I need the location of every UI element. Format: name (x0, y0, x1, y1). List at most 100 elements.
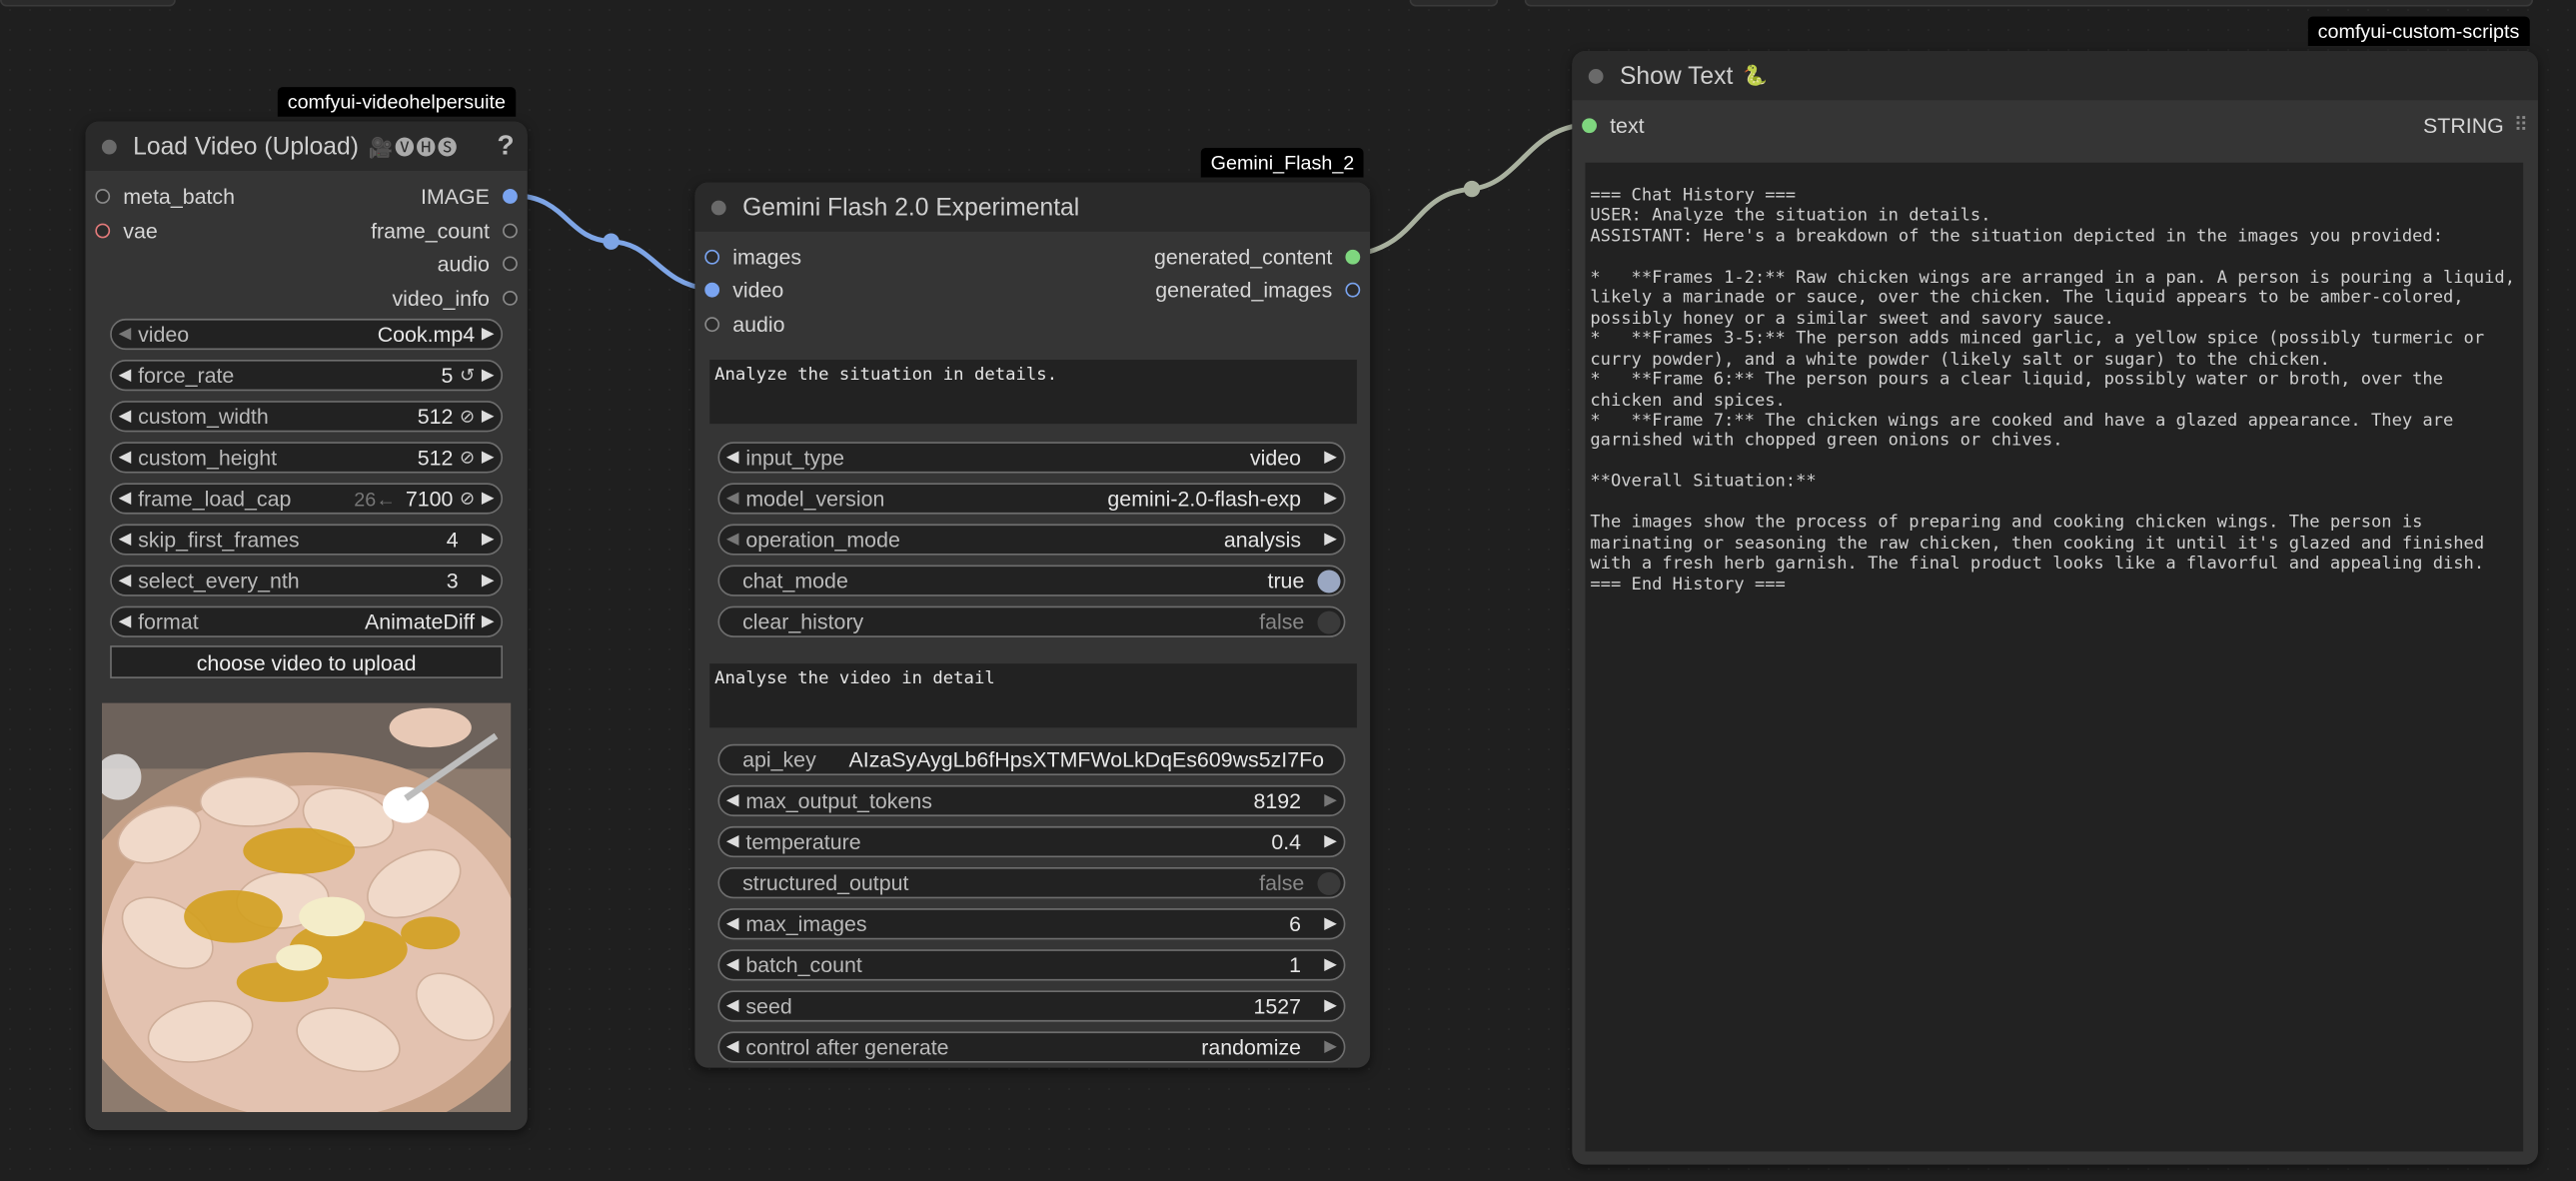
decrement-arrow-icon[interactable]: ◀ (719, 956, 745, 974)
increment-arrow-icon[interactable]: ▶ (475, 572, 501, 590)
output-dot-icon[interactable] (503, 290, 518, 305)
output-slot-video-info[interactable]: video_info (392, 281, 518, 314)
input-slot-video[interactable]: video (704, 273, 783, 306)
input-dot-icon[interactable] (1582, 117, 1597, 133)
decrement-arrow-icon[interactable]: ◀ (112, 572, 138, 590)
widget-skip-first-frames[interactable]: ◀ skip_first_frames 4 ▶ (110, 524, 504, 556)
node-canvas[interactable]: comfyui-videohelpersuite Load Video (Upl… (0, 0, 2576, 1181)
increment-arrow-icon[interactable]: ▶ (475, 531, 501, 549)
decrement-arrow-icon[interactable]: ◀ (112, 612, 138, 630)
decrement-arrow-icon[interactable]: ◀ (112, 326, 138, 344)
decrement-arrow-icon[interactable]: ◀ (112, 490, 138, 508)
increment-arrow-icon[interactable]: ▶ (1317, 490, 1343, 508)
widget-seed[interactable]: ◀ seed 1527 ▶ (717, 990, 1346, 1022)
input-slot-meta-batch[interactable]: meta_batch (95, 179, 235, 212)
widget-model-version[interactable]: ◀ model_version gemini-2.0-flash-exp ▶ (717, 483, 1346, 515)
input-dot-icon[interactable] (704, 249, 720, 264)
decrement-arrow-icon[interactable]: ◀ (112, 367, 138, 385)
widget-select-every-nth[interactable]: ◀ select_every_nth 3 ▶ (110, 565, 504, 596)
increment-arrow-icon[interactable]: ▶ (1317, 449, 1343, 467)
node-title-bar[interactable]: Load Video (Upload) 🎥🅥🅗🅢 ? (85, 121, 528, 171)
increment-arrow-icon[interactable]: ▶ (475, 408, 501, 426)
input-slot-audio[interactable]: audio (704, 307, 785, 340)
input-dot-icon[interactable] (704, 316, 720, 332)
widget-control-after-generate[interactable]: ◀ control after generate randomize ▶ (717, 1031, 1346, 1063)
increment-arrow-icon[interactable]: ▶ (1317, 915, 1343, 933)
output-dot-icon[interactable] (1345, 281, 1361, 297)
toggle-off-icon[interactable] (1317, 871, 1341, 895)
output-slot-generated-content[interactable]: generated_content (1154, 240, 1361, 273)
choose-video-upload-button[interactable]: choose video to upload (110, 645, 504, 678)
widget-format[interactable]: ◀ format AnimateDiff ▶ (110, 605, 504, 637)
api-key-field[interactable]: api_key AIzaSyAygLb6fHpsXTMFWoLkDqEs609w… (717, 743, 1346, 775)
widget-force-rate[interactable]: ◀ force_rate 5 ↺ ▶ (110, 360, 504, 392)
disable-icon[interactable]: ⊘ (460, 488, 475, 510)
widget-temperature[interactable]: ◀ temperature 0.4 ▶ (717, 825, 1346, 858)
widget-max-output-tokens[interactable]: ◀ max_output_tokens 8192 ▶ (717, 784, 1346, 817)
decrement-arrow-icon[interactable]: ◀ (719, 531, 745, 549)
increment-arrow-icon[interactable]: ▶ (1317, 833, 1343, 851)
output-slot-frame-count[interactable]: frame_count (371, 214, 518, 247)
show-text-node[interactable]: Show Text 🐍 text STRING ⠿ === Chat Histo… (1572, 50, 2538, 1165)
widget-input-type[interactable]: ◀ input_type video ▶ (717, 442, 1346, 474)
grid-icon[interactable]: ⠿ (2514, 113, 2528, 136)
input-dot-icon[interactable] (704, 281, 720, 297)
widget-max-images[interactable]: ◀ max_images 6 ▶ (717, 908, 1346, 940)
decrement-arrow-icon[interactable]: ◀ (112, 531, 138, 549)
input-dot-icon[interactable] (95, 188, 111, 204)
output-slot-audio[interactable]: audio (438, 247, 518, 280)
increment-arrow-icon[interactable]: ▶ (475, 449, 501, 467)
output-dot-icon[interactable] (1345, 249, 1361, 264)
gemini-flash-node[interactable]: Gemini Flash 2.0 Experimental images vid… (694, 182, 1371, 1068)
widget-batch-count[interactable]: ◀ batch_count 1 ▶ (717, 949, 1346, 981)
toggle-chat-mode[interactable]: chat_mode true (717, 565, 1346, 596)
increment-arrow-icon[interactable]: ▶ (1317, 791, 1343, 809)
node-title-bar[interactable]: Gemini Flash 2.0 Experimental (694, 182, 1371, 232)
link-midpoint[interactable] (1463, 180, 1481, 198)
collapse-dot-icon[interactable] (101, 138, 117, 154)
decrement-arrow-icon[interactable]: ◀ (719, 791, 745, 809)
link-midpoint[interactable] (603, 233, 620, 250)
decrement-arrow-icon[interactable]: ◀ (112, 408, 138, 426)
help-icon[interactable]: ? (497, 130, 514, 163)
decrement-arrow-icon[interactable]: ◀ (719, 449, 745, 467)
output-dot-icon[interactable] (503, 188, 518, 204)
widget-video[interactable]: ◀ video Cook.mp4 ▶ (110, 318, 504, 351)
widget-custom-height[interactable]: ◀ custom_height 512 ⊘ ▶ (110, 442, 504, 474)
node-title-bar[interactable]: Show Text 🐍 (1572, 50, 2538, 101)
decrement-arrow-icon[interactable]: ◀ (719, 915, 745, 933)
input-dot-icon[interactable] (95, 222, 111, 238)
decrement-arrow-icon[interactable]: ◀ (719, 997, 745, 1015)
output-dot-icon[interactable] (503, 255, 518, 271)
disable-icon[interactable]: ⊘ (460, 447, 475, 469)
toggle-clear-history[interactable]: clear_history false (717, 605, 1346, 637)
prompt-textarea[interactable]: Analyze the situation in details. (709, 360, 1357, 425)
output-slot-string[interactable]: STRING ⠿ (2423, 109, 2528, 142)
output-slot-generated-images[interactable]: generated_images (1155, 273, 1361, 306)
collapse-dot-icon[interactable] (710, 199, 726, 215)
toggle-structured-output[interactable]: structured_output false (717, 867, 1346, 899)
increment-arrow-icon[interactable]: ▶ (475, 612, 501, 630)
load-video-node[interactable]: Load Video (Upload) 🎥🅥🅗🅢 ? meta_batch va… (85, 121, 528, 1131)
system-prompt-textarea[interactable]: Analyse the video in detail (709, 663, 1357, 728)
increment-arrow-icon[interactable]: ▶ (1317, 997, 1343, 1015)
toggle-on-icon[interactable] (1317, 569, 1341, 592)
increment-arrow-icon[interactable]: ▶ (1317, 531, 1343, 549)
decrement-arrow-icon[interactable]: ◀ (719, 1038, 745, 1056)
increment-arrow-icon[interactable]: ▶ (475, 490, 501, 508)
decrement-arrow-icon[interactable]: ◀ (112, 449, 138, 467)
reset-icon[interactable]: ↺ (460, 365, 475, 387)
input-slot-images[interactable]: images (704, 240, 801, 273)
decrement-arrow-icon[interactable]: ◀ (719, 833, 745, 851)
input-slot-text[interactable]: text (1582, 109, 1645, 142)
output-slot-image[interactable]: IMAGE (421, 179, 518, 212)
increment-arrow-icon[interactable]: ▶ (475, 326, 501, 344)
decrement-arrow-icon[interactable]: ◀ (719, 490, 745, 508)
disable-icon[interactable]: ⊘ (460, 406, 475, 428)
widget-frame-load-cap[interactable]: ◀ frame_load_cap 26← 7100 ⊘ ▶ (110, 483, 504, 515)
collapse-dot-icon[interactable] (1588, 68, 1604, 84)
input-slot-vae[interactable]: vae (95, 214, 158, 247)
widget-custom-width[interactable]: ◀ custom_width 512 ⊘ ▶ (110, 401, 504, 433)
toggle-off-icon[interactable] (1317, 609, 1341, 633)
text-output-box[interactable]: === Chat History === USER: Analyze the s… (1585, 162, 2524, 1152)
